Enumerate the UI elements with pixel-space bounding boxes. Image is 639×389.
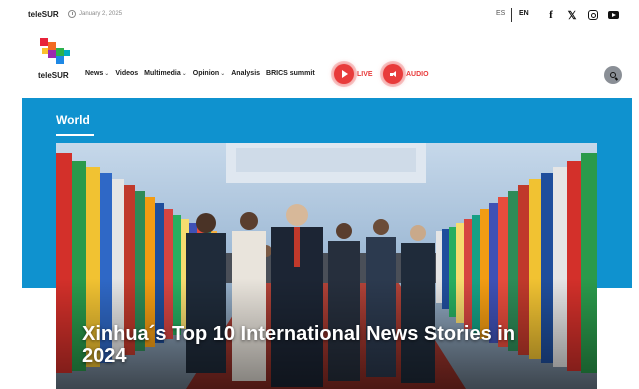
chevron-down-icon: ⌄	[181, 71, 187, 77]
main-nav: teleSUR News⌄ Videos Multimedia⌄ Opinion…	[0, 30, 639, 100]
nav-menu: News⌄ Videos Multimedia⌄ Opinion⌄ Analys…	[85, 70, 315, 77]
facebook-icon[interactable]: f	[544, 8, 558, 22]
nav-item-opinion[interactable]: Opinion⌄	[193, 70, 225, 77]
language-divider	[511, 8, 512, 22]
instagram-icon[interactable]	[586, 8, 600, 22]
nav-item-multimedia[interactable]: Multimedia⌄	[144, 70, 187, 77]
date-text: January 2, 2025	[79, 11, 123, 17]
x-icon[interactable]: 𝕏	[565, 8, 579, 22]
language-en-link[interactable]: EN	[519, 10, 529, 17]
date-display: January 2, 2025	[68, 10, 122, 18]
search-button[interactable]	[604, 66, 622, 84]
telesur-logo[interactable]	[36, 36, 76, 70]
nav-item-news[interactable]: News⌄	[85, 70, 109, 77]
nav-item-videos[interactable]: Videos	[115, 70, 138, 77]
hero-headline[interactable]: Xinhua´s Top 10 International News Stori…	[82, 323, 552, 367]
nav-item-brics-summit[interactable]: BRICS summit	[266, 70, 315, 77]
section-underline	[56, 134, 94, 136]
top-brand[interactable]: teleSUR	[28, 10, 59, 19]
live-label: LIVE	[357, 70, 373, 78]
hero-article[interactable]: Xinhua´s Top 10 International News Stori…	[56, 143, 597, 389]
search-icon	[610, 72, 616, 78]
logo-text[interactable]: teleSUR	[38, 71, 69, 80]
clock-icon	[68, 10, 76, 18]
chevron-down-icon: ⌄	[104, 71, 110, 77]
nav-item-analysis[interactable]: Analysis	[231, 70, 260, 77]
top-bar: teleSUR January 2, 2025 ES EN f 𝕏	[0, 0, 639, 30]
audio-label: AUDIO	[406, 70, 429, 78]
section-label[interactable]: World	[56, 113, 90, 127]
speaker-icon	[383, 64, 403, 84]
audio-button[interactable]: AUDIO	[383, 64, 429, 84]
chevron-down-icon: ⌄	[220, 71, 226, 77]
live-button[interactable]: LIVE	[334, 64, 373, 84]
play-icon	[334, 64, 354, 84]
language-es-link[interactable]: ES	[496, 10, 505, 17]
page: teleSUR January 2, 2025 ES EN f 𝕏 teleSU…	[0, 0, 639, 389]
youtube-icon[interactable]	[606, 8, 620, 22]
